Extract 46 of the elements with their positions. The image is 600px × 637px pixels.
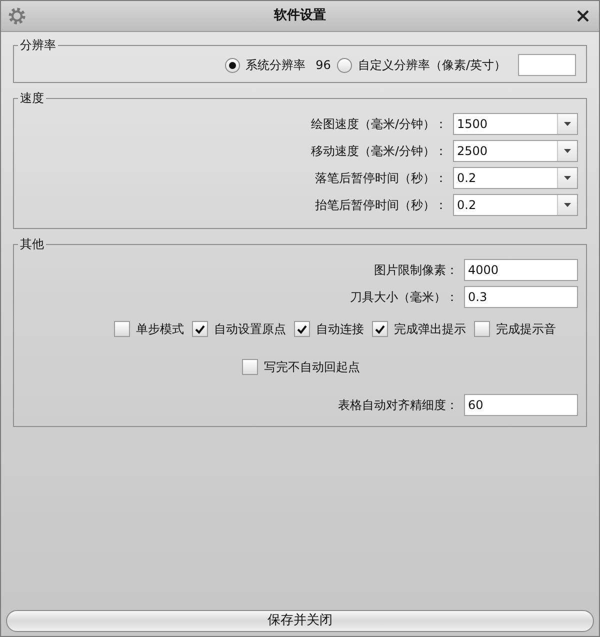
checkbox[interactable] xyxy=(372,321,388,337)
group-title: 其他 xyxy=(19,236,45,253)
radio-button[interactable] xyxy=(224,58,240,72)
checkbox-label: 单步模式 xyxy=(136,321,184,338)
checkbox-label: 完成弹出提示 xyxy=(394,321,466,338)
checkbox[interactable] xyxy=(242,359,258,375)
dropdown-arrow-icon xyxy=(564,149,571,153)
checkmark-icon xyxy=(297,324,307,334)
save-button[interactable]: 保存并关闭 xyxy=(6,610,594,632)
window-title: 软件设置 xyxy=(272,7,327,26)
input-field[interactable] xyxy=(518,54,576,76)
close-icon xyxy=(577,10,589,22)
group-title: 分辨率 xyxy=(19,37,57,54)
checkbox[interactable] xyxy=(114,321,130,337)
radio-label: 系统分辨率 xyxy=(246,57,306,74)
field-label: 刀具大小（毫米）： xyxy=(350,289,458,306)
combo-box[interactable]: 2500 xyxy=(453,140,578,162)
combo-box[interactable]: 0.2 xyxy=(453,194,578,216)
checkbox[interactable] xyxy=(294,321,310,337)
input-field[interactable]: 0.3 xyxy=(464,286,578,308)
field-label: 落笔后暂停时间（秒）： xyxy=(315,170,447,187)
dropdown-arrow-icon xyxy=(564,122,571,126)
checkmark-icon xyxy=(375,324,385,334)
radio-label: 自定义分辨率（像素/英寸） xyxy=(358,57,506,74)
field-label: 抬笔后暂停时间（秒）： xyxy=(315,197,447,214)
checkbox-label: 完成提示音 xyxy=(496,321,556,338)
gear-icon xyxy=(7,6,27,26)
dropdown-arrow-icon xyxy=(564,176,571,180)
checkbox[interactable] xyxy=(192,321,208,337)
field-label: 绘图速度（毫米/分钟）： xyxy=(310,116,447,133)
checkbox-label: 写完不自动回起点 xyxy=(264,359,360,376)
field-label: 表格自动对齐精细度： xyxy=(338,397,458,414)
input-field[interactable]: 4000 xyxy=(464,259,578,281)
combo-box[interactable]: 1500 xyxy=(453,113,578,135)
field-label: 移动速度（毫米/分钟）： xyxy=(310,143,447,160)
checkbox-label: 自动连接 xyxy=(316,321,364,338)
radio-button[interactable] xyxy=(336,58,352,72)
checkmark-icon xyxy=(195,324,205,334)
field-label: 图片限制像素： xyxy=(374,262,458,279)
combo-box[interactable]: 0.2 xyxy=(453,167,578,189)
checkbox[interactable] xyxy=(474,321,490,337)
dropdown-arrow-icon xyxy=(564,203,571,207)
resolution-value: 96 xyxy=(316,57,331,74)
group-title: 速度 xyxy=(19,90,45,107)
checkbox-label: 自动设置原点 xyxy=(214,321,286,338)
input-field[interactable]: 60 xyxy=(464,394,578,416)
